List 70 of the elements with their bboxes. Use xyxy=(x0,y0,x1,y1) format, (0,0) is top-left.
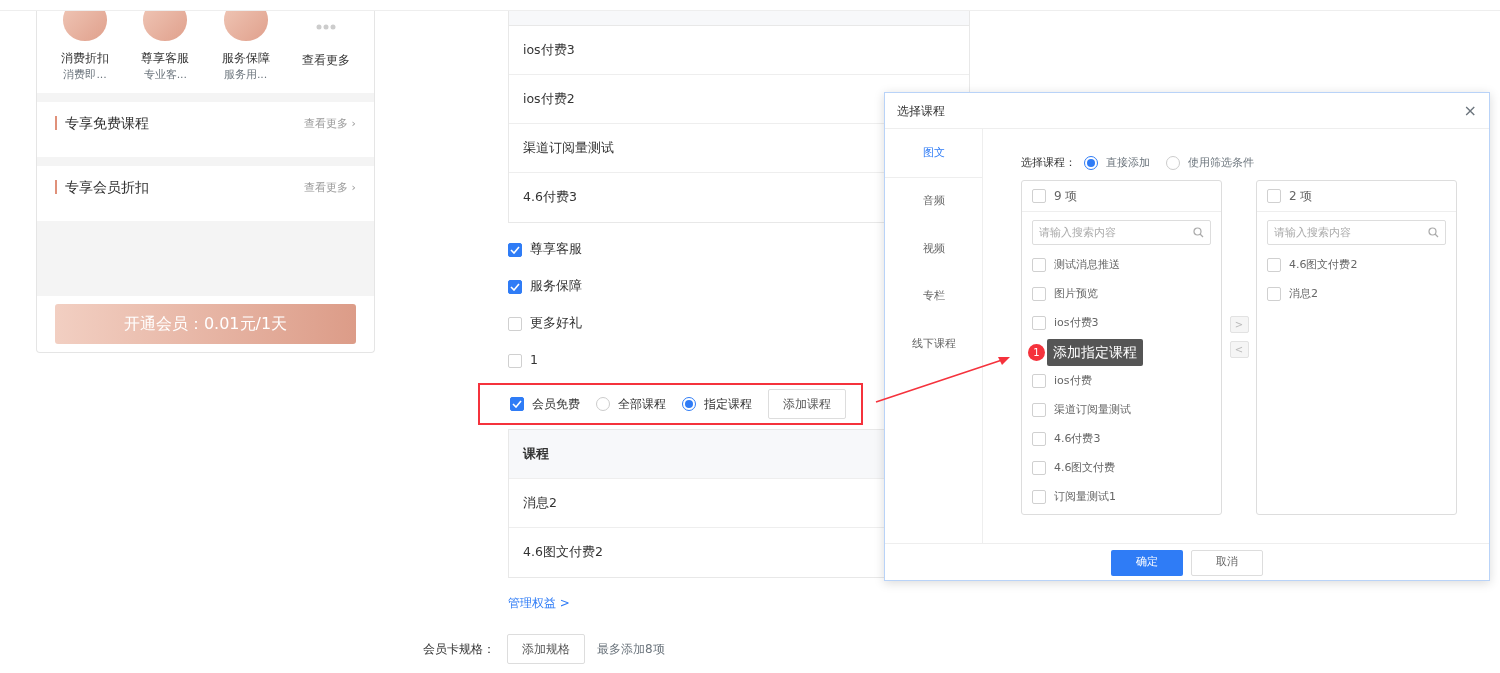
radio-label: 直接添加 xyxy=(1106,155,1150,171)
list-item-label: 订阅量测试1 xyxy=(1054,488,1116,505)
list-item-label: 测试消息推送 xyxy=(1054,256,1120,273)
view-more-link[interactable]: 查看更多 › xyxy=(304,116,356,133)
table-cell: 4.6付费3 xyxy=(523,188,577,207)
search-field[interactable]: 请输入搜索内容 xyxy=(1267,219,1446,245)
tab[interactable]: 专栏 xyxy=(885,272,982,320)
benefit-title: 尊享客服 xyxy=(141,49,190,67)
tab[interactable]: 线下课程 xyxy=(885,320,982,368)
field-label: 会员卡规格： xyxy=(423,641,495,658)
benefit-subtitle: 专业客... xyxy=(143,66,188,83)
table-cell: 4.6图文付费2 xyxy=(523,543,603,562)
callout-tooltip: 添加指定课程 xyxy=(1047,338,1143,366)
tab[interactable]: 音频 xyxy=(885,177,982,225)
benefit-subtitle: 消费即... xyxy=(63,66,107,83)
list-item-label: ios付费 xyxy=(1054,372,1092,389)
table-cell-text: 渠道订阅量测试 xyxy=(523,138,614,157)
radio-button[interactable] xyxy=(596,397,610,411)
list-item-label: ios付费3 xyxy=(1054,314,1099,331)
checkbox[interactable] xyxy=(510,397,524,411)
view-more-link[interactable]: 查看更多 › xyxy=(304,180,356,197)
radio-label: 指定课程 xyxy=(704,396,752,413)
add-spec-button[interactable]: 添加规格 xyxy=(507,634,585,664)
benefit-icon xyxy=(143,11,188,41)
search-field[interactable]: 请输入搜索内容 xyxy=(1032,219,1211,245)
table-cell-text: ios付费3 xyxy=(523,40,575,59)
step-number-badge: 1 xyxy=(1028,343,1045,361)
benefit-title: 消费折扣 xyxy=(61,49,110,67)
benefit-icon xyxy=(63,11,108,41)
benefit-subtitle: 服务用... xyxy=(223,66,268,83)
dialog-title: 选择课程 xyxy=(897,102,945,120)
table-cell-text: 消息2 xyxy=(523,493,557,512)
section-title: 专享免费课程 xyxy=(55,116,149,130)
checkbox-label: 尊享客服 xyxy=(530,240,582,259)
benefit-icon xyxy=(223,11,268,41)
list-item-label: 图片预览 xyxy=(1054,285,1098,302)
view-more-link[interactable]: 查看更多 xyxy=(301,51,350,69)
search-icon xyxy=(1428,226,1439,238)
item-count: 9 项 xyxy=(1054,187,1078,205)
section-title: 专享会员折扣 xyxy=(55,180,149,194)
cancel-button[interactable]: 取消 xyxy=(1191,549,1263,576)
radio-button[interactable] xyxy=(1166,156,1180,171)
checkbox-label: 更多好礼 xyxy=(530,314,582,333)
list-item-label: 4.6付费3 xyxy=(1054,430,1101,447)
checkbox[interactable] xyxy=(508,242,522,257)
checkbox-label: 服务保障 xyxy=(530,277,582,296)
checkbox[interactable] xyxy=(508,279,522,294)
item-count: 2 项 xyxy=(1289,187,1313,205)
add-course-button[interactable]: 添加课程 xyxy=(768,389,846,419)
table-cell-text: ios付费2 xyxy=(523,89,575,108)
radio-label: 使用筛选条件 xyxy=(1188,155,1254,171)
radio-button[interactable] xyxy=(682,397,696,411)
list-item-label: 4.6图文付费 xyxy=(1054,459,1116,476)
hint-text: 最多添加8项 xyxy=(597,641,665,658)
checkbox-label: 会员免费 xyxy=(532,396,580,413)
column-header: 课程 xyxy=(523,444,549,463)
more-dots-icon xyxy=(315,24,336,30)
radio-button[interactable] xyxy=(1084,156,1098,171)
radio-label: 全部课程 xyxy=(618,396,666,413)
search-icon xyxy=(1193,226,1204,238)
checkbox-label: 1 xyxy=(530,351,538,370)
close-button[interactable]: × xyxy=(1463,98,1477,123)
list-item-label: 渠道订阅量测试 xyxy=(1054,401,1131,418)
list-item-label: 消息2 xyxy=(1289,285,1318,302)
field-label: 选择课程： xyxy=(1021,155,1076,171)
tab[interactable]: 视频 xyxy=(885,225,982,273)
list-item-label: 4.6图文付费2 xyxy=(1289,256,1358,273)
confirm-button[interactable]: 确定 xyxy=(1111,549,1183,576)
manage-benefits-link[interactable]: 管理权益 > xyxy=(508,594,570,612)
benefit-title: 服务保障 xyxy=(221,49,270,67)
